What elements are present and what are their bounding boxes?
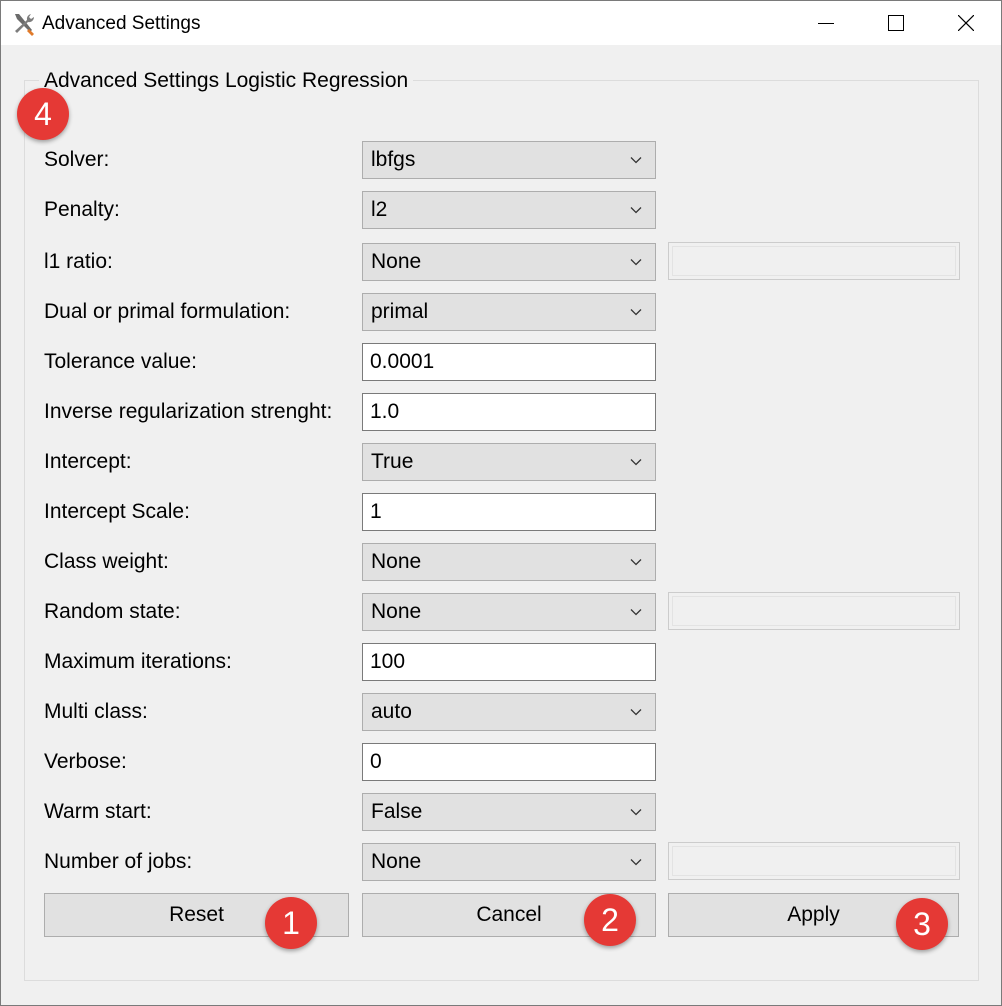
- minimize-button[interactable]: [791, 1, 861, 45]
- chevron-down-icon: [630, 709, 642, 716]
- close-icon: [958, 15, 974, 31]
- warm-start-value: False: [371, 800, 423, 823]
- chevron-down-icon: [630, 259, 642, 266]
- inverse-regularization-input[interactable]: 1.0: [362, 393, 656, 431]
- intercept-value: True: [371, 450, 414, 473]
- l1-ratio-label: l1 ratio:: [44, 250, 113, 273]
- multi-class-label: Multi class:: [44, 700, 148, 723]
- multi-class-value: auto: [371, 700, 412, 723]
- chevron-down-icon: [630, 207, 642, 214]
- n-jobs-combobox[interactable]: None: [362, 843, 656, 881]
- max-iterations-value: 100: [370, 650, 406, 673]
- intercept-combobox[interactable]: True: [362, 443, 656, 481]
- tolerance-label: Tolerance value:: [44, 350, 197, 373]
- random-state-value: None: [371, 600, 422, 623]
- max-iterations-input[interactable]: 100: [362, 643, 656, 681]
- intercept-label: Intercept:: [44, 450, 132, 473]
- verbose-input[interactable]: 0: [362, 743, 656, 781]
- solver-label: Solver:: [44, 148, 110, 171]
- penalty-label: Penalty:: [44, 198, 120, 221]
- chevron-down-icon: [630, 809, 642, 816]
- n-jobs-value-field: [668, 842, 960, 880]
- chevron-down-icon: [630, 157, 642, 164]
- n-jobs-label: Number of jobs:: [44, 850, 193, 873]
- class-weight-combobox[interactable]: None: [362, 543, 656, 581]
- annotation-badge-4: 4: [17, 88, 69, 140]
- tolerance-input[interactable]: 0.0001: [362, 343, 656, 381]
- tolerance-value: 0.0001: [370, 350, 435, 373]
- chevron-down-icon: [630, 559, 642, 566]
- l1-ratio-value-field: [668, 242, 960, 280]
- random-state-combobox[interactable]: None: [362, 593, 656, 631]
- dual-combobox[interactable]: primal: [362, 293, 656, 331]
- annotation-badge-2: 2: [584, 894, 636, 946]
- tools-icon: [15, 14, 35, 36]
- intercept-scale-value: 1: [370, 500, 382, 523]
- max-iterations-label: Maximum iterations:: [44, 650, 232, 673]
- l1-ratio-value: None: [371, 250, 422, 273]
- random-state-value-field: [668, 592, 960, 630]
- solver-combobox[interactable]: lbfgs: [362, 141, 656, 179]
- solver-value: lbfgs: [371, 148, 416, 171]
- annotation-badge-3: 3: [896, 898, 948, 950]
- title-bar[interactable]: Advanced Settings: [1, 1, 1001, 45]
- chevron-down-icon: [630, 309, 642, 316]
- intercept-scale-label: Intercept Scale:: [44, 500, 190, 523]
- multi-class-combobox[interactable]: auto: [362, 693, 656, 731]
- dual-label: Dual or primal formulation:: [44, 300, 291, 323]
- verbose-label: Verbose:: [44, 750, 127, 773]
- warm-start-label: Warm start:: [44, 800, 152, 823]
- random-state-label: Random state:: [44, 600, 181, 623]
- maximize-button[interactable]: [861, 1, 931, 45]
- dual-value: primal: [371, 300, 429, 323]
- window-title: Advanced Settings: [42, 13, 201, 34]
- warm-start-combobox[interactable]: False: [362, 793, 656, 831]
- maximize-icon: [888, 15, 904, 31]
- inverse-regularization-value: 1.0: [370, 400, 400, 423]
- verbose-value: 0: [370, 750, 382, 773]
- intercept-scale-input[interactable]: 1: [362, 493, 656, 531]
- penalty-combobox[interactable]: l2: [362, 191, 656, 229]
- chevron-down-icon: [630, 859, 642, 866]
- annotation-badge-1: 1: [265, 897, 317, 949]
- inverse-regularization-label: Inverse regularization strenght:: [44, 400, 333, 423]
- chevron-down-icon: [630, 459, 642, 466]
- class-weight-value: None: [371, 550, 422, 573]
- penalty-value: l2: [371, 198, 388, 221]
- minimize-icon: [818, 23, 834, 24]
- n-jobs-value: None: [371, 850, 422, 873]
- class-weight-label: Class weight:: [44, 550, 169, 573]
- l1-ratio-combobox[interactable]: None: [362, 243, 656, 281]
- chevron-down-icon: [630, 609, 642, 616]
- advanced-settings-window: Advanced Settings Advanced Settings Logi…: [0, 0, 1002, 1006]
- groupbox-title: Advanced Settings Logistic Regression: [39, 69, 414, 93]
- close-button[interactable]: [931, 1, 1001, 45]
